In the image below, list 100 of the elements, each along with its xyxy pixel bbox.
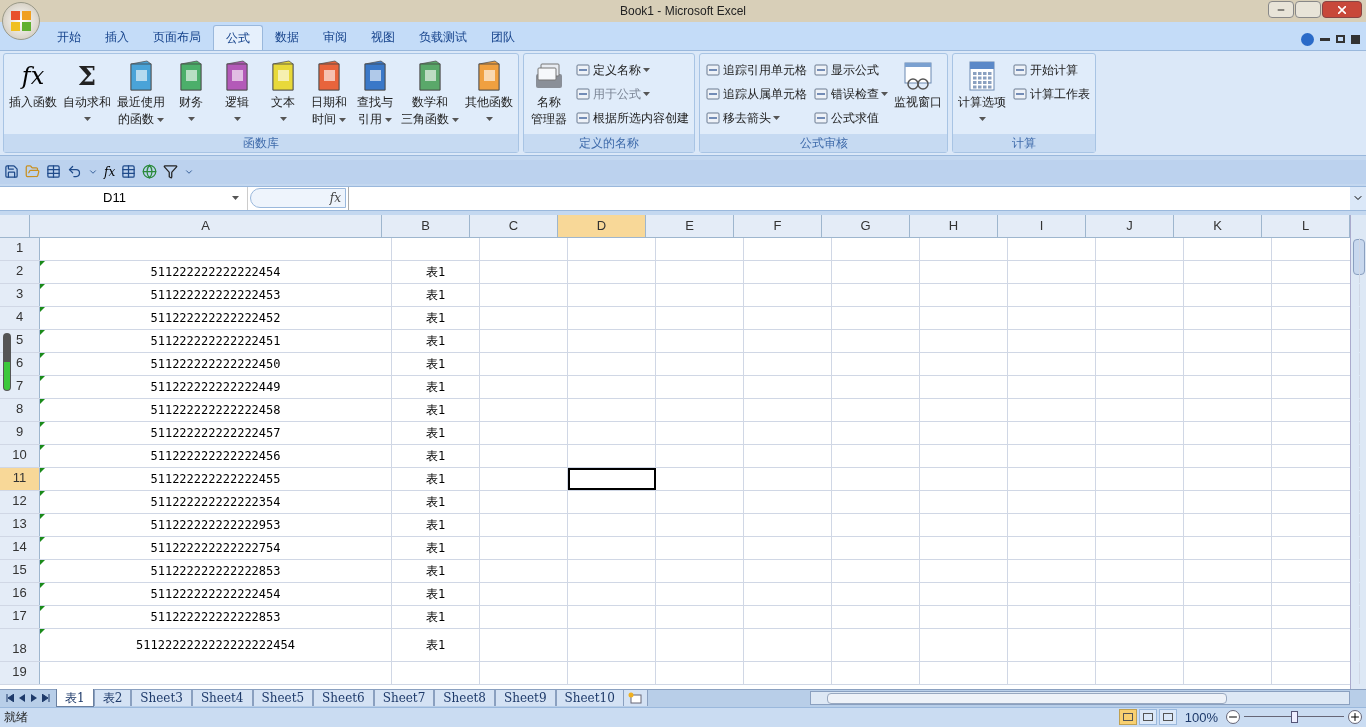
sheet-tab[interactable]: Sheet6 bbox=[313, 690, 374, 706]
column-header[interactable]: I bbox=[998, 214, 1086, 237]
row-header[interactable]: 15 bbox=[0, 559, 40, 582]
column-header[interactable]: G bbox=[822, 214, 910, 237]
ribbon-button[interactable]: 财务 bbox=[169, 57, 213, 125]
sheet-tab[interactable]: 表1 bbox=[56, 689, 94, 707]
ribbon-button[interactable]: 查找与 引用 bbox=[353, 57, 397, 128]
ribbon-button[interactable]: 名称 管理器 bbox=[527, 57, 572, 128]
column-header[interactable]: L bbox=[1262, 214, 1350, 237]
ribbon-tab[interactable]: 负载测试 bbox=[407, 24, 479, 50]
ribbon-button[interactable]: 追踪从属单元格 bbox=[705, 83, 808, 104]
column-header[interactable]: E bbox=[646, 214, 734, 237]
ribbon-button[interactable]: 开始计算 bbox=[1012, 59, 1091, 80]
scroll-thumb[interactable] bbox=[1352, 238, 1365, 275]
first-sheet-icon[interactable] bbox=[6, 694, 14, 702]
row-header[interactable]: 12 bbox=[0, 490, 40, 513]
restore-button[interactable] bbox=[1336, 35, 1345, 44]
ribbon-button[interactable]: 数学和 三角函数 bbox=[399, 57, 462, 128]
ribbon-tab[interactable]: 页面布局 bbox=[141, 24, 213, 50]
column-header[interactable]: A bbox=[30, 214, 382, 237]
zoom-level[interactable]: 100% bbox=[1184, 707, 1218, 727]
zoom-in-icon[interactable] bbox=[1348, 710, 1362, 725]
column-header[interactable]: H bbox=[910, 214, 998, 237]
ribbon-tab[interactable]: 插入 bbox=[93, 24, 141, 50]
ribbon-button[interactable]: 移去箭头 bbox=[705, 107, 808, 128]
ribbon-tab[interactable]: 视图 bbox=[359, 24, 407, 50]
close-button[interactable] bbox=[1351, 34, 1360, 44]
insert-sheet-button[interactable] bbox=[623, 690, 648, 706]
view-button[interactable] bbox=[1118, 709, 1137, 726]
ribbon-button[interactable]: 逻辑 bbox=[215, 57, 259, 125]
sheet-tab[interactable]: Sheet7 bbox=[373, 690, 435, 706]
ribbon-button[interactable]: 监视窗口 bbox=[892, 57, 945, 111]
column-header[interactable]: C bbox=[470, 214, 558, 237]
filter-icon[interactable] bbox=[163, 164, 179, 180]
office-button[interactable] bbox=[2, 2, 40, 40]
last-sheet-icon[interactable] bbox=[42, 694, 50, 702]
column-header[interactable]: F bbox=[734, 214, 822, 237]
column-header[interactable]: K bbox=[1174, 214, 1262, 237]
ribbon-button[interactable]: 文本 bbox=[261, 57, 305, 125]
row-header[interactable]: 3 bbox=[0, 283, 40, 306]
ribbon-tab[interactable]: 审阅 bbox=[311, 24, 359, 50]
undo-icon[interactable] bbox=[67, 164, 82, 180]
name-box[interactable]: D11 bbox=[0, 186, 248, 210]
ribbon-button[interactable]: 计算工作表 bbox=[1012, 83, 1091, 104]
ribbon-tab[interactable]: 团队 bbox=[479, 24, 527, 50]
ribbon-button[interactable]: 错误检查 bbox=[813, 83, 889, 104]
ribbon-button[interactable]: 根据所选内容创建 bbox=[575, 107, 690, 128]
sheet-tab[interactable]: Sheet10 bbox=[555, 690, 624, 706]
row-header[interactable]: 8 bbox=[0, 398, 40, 421]
minimize-button[interactable] bbox=[1320, 37, 1330, 41]
help-icon[interactable] bbox=[1301, 32, 1314, 46]
column-header[interactable]: J bbox=[1086, 214, 1174, 237]
row-header[interactable]: 16 bbox=[0, 582, 40, 605]
ribbon-tab[interactable]: 数据 bbox=[263, 24, 311, 50]
column-header[interactable]: B bbox=[382, 214, 470, 237]
ribbon-button[interactable]: 显示公式 bbox=[813, 59, 889, 80]
sheet-tab[interactable]: Sheet4 bbox=[191, 690, 253, 706]
sheet-tab[interactable]: Sheet8 bbox=[434, 690, 495, 706]
ribbon-button[interactable]: 日期和 时间 bbox=[307, 57, 351, 128]
grid-icon[interactable] bbox=[121, 164, 137, 180]
row-header[interactable]: 17 bbox=[0, 605, 40, 628]
scroll-thumb[interactable] bbox=[827, 692, 1227, 704]
table-icon[interactable] bbox=[46, 164, 61, 180]
row-header[interactable]: 13 bbox=[0, 513, 40, 536]
ribbon-button[interactable]: 追踪引用单元格 bbox=[705, 59, 808, 80]
row-header[interactable]: 14 bbox=[0, 536, 40, 559]
view-button[interactable] bbox=[1138, 709, 1157, 726]
row-header[interactable]: 19 bbox=[0, 661, 40, 684]
horizontal-scrollbar[interactable] bbox=[810, 691, 1350, 705]
save-icon[interactable] bbox=[4, 164, 19, 180]
sheet-tab[interactable]: Sheet5 bbox=[252, 690, 314, 706]
view-button[interactable] bbox=[1158, 709, 1177, 726]
ribbon-tab[interactable]: 公式 bbox=[213, 24, 263, 50]
ribbon-button[interactable]: 计算选项 bbox=[956, 57, 1009, 125]
row-header[interactable]: 2 bbox=[0, 260, 40, 283]
globe-icon[interactable] bbox=[142, 164, 158, 180]
row-header[interactable]: 10 bbox=[0, 444, 40, 467]
previous-sheet-icon[interactable] bbox=[18, 694, 26, 702]
ribbon-button[interactable]: 定义名称 bbox=[575, 59, 690, 80]
row-header[interactable]: 4 bbox=[0, 306, 40, 329]
function-button[interactable]: fx bbox=[250, 188, 346, 209]
ribbon-button[interactable]: 最近使用 的函数 bbox=[115, 57, 167, 128]
ribbon-button[interactable]: 公式求值 bbox=[813, 107, 889, 128]
ribbon-tab[interactable]: 开始 bbox=[45, 24, 93, 50]
row-header[interactable]: 18 bbox=[0, 628, 40, 661]
sheet-tab[interactable]: 表2 bbox=[93, 690, 132, 706]
column-header[interactable]: D bbox=[558, 214, 646, 237]
row-header[interactable]: 9 bbox=[0, 421, 40, 444]
zoom-thumb[interactable] bbox=[1291, 711, 1298, 724]
ribbon-button[interactable]: 其他函数 bbox=[463, 57, 516, 125]
next-sheet-icon[interactable] bbox=[30, 694, 38, 702]
function-icon[interactable]: fx bbox=[104, 162, 116, 181]
close-button[interactable] bbox=[1322, 1, 1362, 18]
sheet-tab[interactable]: Sheet9 bbox=[494, 690, 556, 706]
ribbon-button[interactable]: fx 插入函数 bbox=[7, 57, 59, 111]
sheet-tab[interactable]: Sheet3 bbox=[131, 690, 192, 706]
zoom-out-icon[interactable] bbox=[1226, 710, 1240, 725]
ribbon-button[interactable]: Σ 自动求和 bbox=[61, 57, 113, 125]
row-header[interactable]: 11 bbox=[0, 467, 40, 490]
row-header[interactable]: 1 bbox=[0, 237, 40, 260]
